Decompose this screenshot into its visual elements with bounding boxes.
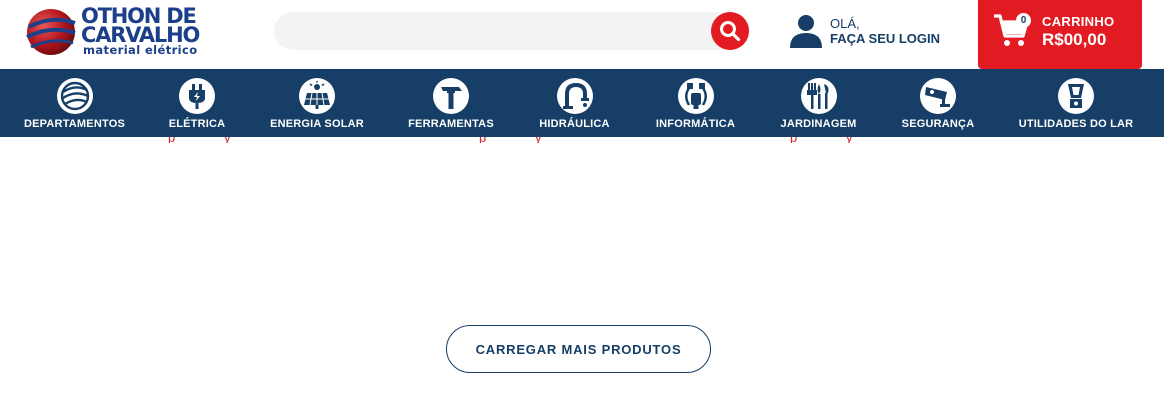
site-header: OTHON DE CARVALHO material elétrico OLÁ,… (0, 0, 1164, 69)
login-greeting: OLÁ, (830, 16, 860, 31)
globe-icon (56, 78, 93, 114)
category-nav: DEPARTAMENTOS ELÉTRICA ENERGIA SOLAR FER… (0, 69, 1164, 137)
clipped-content-strip: py py py (0, 137, 1164, 143)
search-input[interactable] (274, 12, 704, 50)
nav-item-jardinagem[interactable]: JARDINAGEM (781, 69, 856, 137)
user-icon (790, 15, 822, 48)
nav-label: INFORMÁTICA (655, 118, 736, 130)
nav-label: DEPARTAMENTOS (24, 118, 125, 130)
nav-item-eletrica[interactable]: ELÉTRICA (167, 69, 227, 137)
logo-globe-icon (26, 9, 76, 55)
load-more-button[interactable]: CARREGAR MAIS PRODUTOS (446, 325, 711, 373)
nav-label: ENERGIA SOLAR (270, 118, 364, 130)
logo-subtitle: material elétrico (83, 43, 198, 57)
nav-label: FERRAMENTAS (408, 118, 494, 130)
nav-label: ELÉTRICA (168, 118, 226, 130)
nav-item-informatica[interactable]: INFORMÁTICA (656, 69, 735, 137)
load-more-label: CARREGAR MAIS PRODUTOS (475, 341, 682, 357)
login-action: FAÇA SEU LOGIN (830, 31, 941, 46)
logo-text-line2: CARVALHO (81, 23, 200, 47)
hammer-icon (433, 78, 469, 114)
solar-panel-icon (299, 78, 335, 114)
nav-item-hidraulica[interactable]: HIDRÁULICA (539, 69, 610, 137)
cables-icon (677, 78, 714, 114)
nav-label: UTILIDADES DO LAR (1018, 118, 1134, 130)
nav-item-utilidades-do-lar[interactable]: UTILIDADES DO LAR (1019, 69, 1133, 137)
search-bar (274, 12, 750, 50)
nav-item-energia-solar[interactable]: ENERGIA SOLAR (270, 69, 364, 137)
store-logo[interactable]: OTHON DE CARVALHO material elétrico (25, 5, 200, 59)
nav-label: JARDINAGEM (780, 118, 857, 130)
cart-button[interactable]: 0 CARRINHO R$00,00 (978, 0, 1142, 69)
faucet-icon (556, 78, 593, 114)
nav-item-ferramentas[interactable]: FERRAMENTAS (408, 69, 494, 137)
login-link[interactable]: OLÁ, FAÇA SEU LOGIN (788, 14, 958, 50)
nav-item-seguranca[interactable]: SEGURANÇA (902, 69, 974, 137)
security-camera-icon (920, 78, 956, 114)
nav-label: SEGURANÇA (901, 118, 975, 130)
nav-item-departamentos[interactable]: DEPARTAMENTOS (24, 69, 125, 137)
cart-title: CARRINHO (1042, 14, 1115, 29)
search-icon (720, 21, 741, 42)
cart-count-badge: 0 (1016, 13, 1031, 28)
nav-label: HIDRÁULICA (539, 118, 610, 130)
cart-value: R$00,00 (1042, 30, 1107, 49)
plug-icon (179, 78, 215, 114)
garden-tools-icon (800, 78, 837, 114)
search-button[interactable] (711, 12, 749, 50)
blender-icon (1058, 78, 1094, 114)
